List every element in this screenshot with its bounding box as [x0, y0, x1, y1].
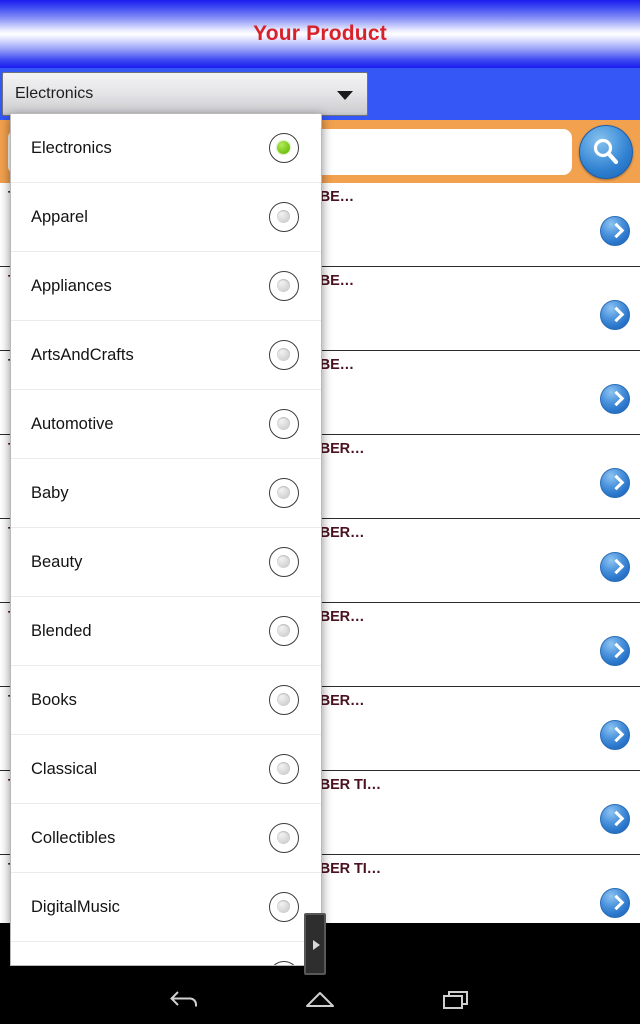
dropdown-item-label: Apparel	[31, 208, 88, 226]
page-title: Your Product	[253, 22, 387, 45]
dropdown-item-label: Classical	[31, 760, 98, 778]
radio-button[interactable]	[269, 616, 299, 646]
dropdown-item-beauty[interactable]: Beauty	[11, 528, 321, 597]
nav-back-button[interactable]	[140, 975, 230, 1024]
dropdown-item-label: Beauty	[31, 553, 83, 571]
android-navigation-bar	[0, 975, 640, 1024]
chevron-right-circle-icon[interactable]	[600, 804, 630, 834]
search-button[interactable]	[579, 125, 633, 179]
dropdown-item-label: Electronics	[31, 139, 112, 157]
radio-button[interactable]	[269, 202, 299, 232]
dropdown-item-label: Baby	[31, 484, 69, 502]
dropdown-item-apparel[interactable]: Apparel	[11, 183, 321, 252]
radio-button[interactable]	[269, 685, 299, 715]
dropdown-item-label: Appliances	[31, 277, 112, 295]
chevron-right-circle-icon[interactable]	[600, 720, 630, 750]
radio-button-selected[interactable]	[269, 133, 299, 163]
radio-button[interactable]	[269, 754, 299, 784]
chevron-right-circle-icon[interactable]	[600, 300, 630, 330]
nav-home-button[interactable]	[275, 975, 365, 1024]
dropdown-item-label: Collectibles	[31, 829, 116, 847]
radio-button[interactable]	[269, 271, 299, 301]
dropdown-item-label: DigitalMusic	[31, 898, 120, 916]
radio-button[interactable]	[269, 478, 299, 508]
chevron-right-circle-icon[interactable]	[600, 384, 630, 414]
category-dropdown-popup[interactable]: Electronics Apparel Appliances ArtsAndCraft…	[10, 113, 322, 966]
dropdown-item-label: ArtsAndCrafts	[31, 346, 134, 364]
dropdown-scrollbar[interactable]	[304, 913, 326, 975]
dropdown-item-collectibles[interactable]: Collectibles	[11, 804, 321, 873]
chevron-right-circle-icon[interactable]	[600, 552, 630, 582]
dropdown-item-automotive[interactable]: Automotive	[11, 390, 321, 459]
device-screen: Your Product Electronics TOUCH SENSITIVE…	[0, 0, 640, 1024]
dropdown-item-artsandcrafts[interactable]: ArtsAndCrafts	[11, 321, 321, 390]
radio-button[interactable]	[269, 547, 299, 577]
dropdown-item-classical[interactable]: Classical	[11, 735, 321, 804]
chevron-down-icon	[337, 91, 353, 100]
dropdown-item-label: Books	[31, 691, 77, 709]
dropdown-item-label: Blended	[31, 622, 92, 640]
category-spinner[interactable]: Electronics	[2, 72, 368, 116]
chevron-right-circle-icon[interactable]	[600, 636, 630, 666]
dropdown-item-label: Automotive	[31, 415, 114, 433]
dropdown-item-blended[interactable]: Blended	[11, 597, 321, 666]
dropdown-item-books[interactable]: Books	[11, 666, 321, 735]
chevron-right-circle-icon[interactable]	[600, 216, 630, 246]
dropdown-item-electronics[interactable]: Electronics	[11, 114, 321, 183]
chevron-right-circle-icon[interactable]	[600, 888, 630, 918]
dropdown-item[interactable]	[11, 942, 321, 965]
radio-button[interactable]	[269, 409, 299, 439]
title-bar: Your Product	[0, 0, 640, 68]
category-spinner-label: Electronics	[15, 85, 94, 102]
nav-recents-button[interactable]	[412, 975, 502, 1024]
radio-button[interactable]	[269, 961, 299, 965]
radio-button[interactable]	[269, 823, 299, 853]
dropdown-item-baby[interactable]: Baby	[11, 459, 321, 528]
chevron-right-circle-icon[interactable]	[600, 468, 630, 498]
dropdown-item-digitalmusic[interactable]: DigitalMusic	[11, 873, 321, 942]
radio-button[interactable]	[269, 892, 299, 922]
dropdown-item-appliances[interactable]: Appliances	[11, 252, 321, 321]
radio-button[interactable]	[269, 340, 299, 370]
